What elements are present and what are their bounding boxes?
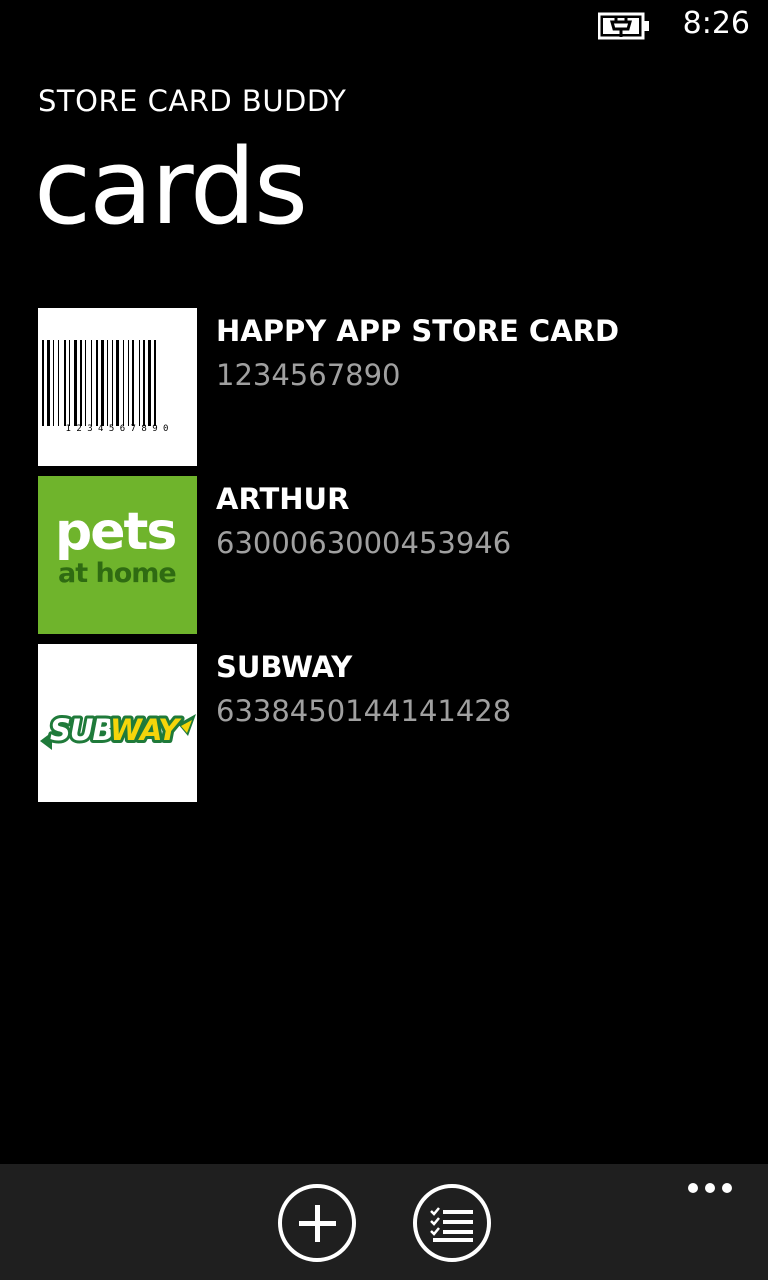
list-check-icon (430, 1207, 473, 1242)
card-list: 1 2 3 4 5 6 7 8 9 0 HAPPY APP STORE CARD… (38, 308, 738, 812)
barcode-bar (132, 340, 134, 426)
clock: 8:26 (682, 6, 750, 41)
card-name: ARTHUR (216, 482, 350, 516)
barcode-bar (80, 340, 82, 426)
barcode-bar (112, 340, 113, 426)
barcode-bar (85, 340, 86, 426)
barcode-bar (64, 340, 66, 426)
barcode-bar (69, 340, 70, 426)
card-name: SUBWAY (216, 650, 353, 684)
logo-text-way: WAY (110, 713, 182, 747)
card-name: HAPPY APP STORE CARD (216, 314, 620, 348)
card-item-arthur[interactable]: pets at home ARTHUR 6300063000453946 (38, 476, 738, 634)
logo-text: pets (55, 502, 177, 562)
app-title: STORE CARD BUDDY (38, 84, 347, 118)
select-list-button[interactable] (413, 1184, 491, 1262)
card-number: 6300063000453946 (216, 526, 512, 560)
logo-text-sub: SUB (50, 713, 114, 747)
card-item-happy-app[interactable]: 1 2 3 4 5 6 7 8 9 0 HAPPY APP STORE CARD… (38, 308, 738, 466)
logo-subtext: at home (58, 558, 177, 589)
barcode-digits: 1 2 3 4 5 6 7 8 9 0 (66, 424, 169, 434)
battery-charging-icon (597, 12, 652, 40)
barcode-bar (123, 340, 124, 426)
ellipsis-icon (688, 1183, 698, 1193)
barcode-bar (58, 340, 59, 426)
barcode-bar (148, 340, 151, 426)
more-options-button[interactable] (686, 1178, 734, 1198)
barcode-bar (107, 340, 108, 426)
barcode-bar (101, 340, 104, 426)
barcode-image: 1 2 3 4 5 6 7 8 9 0 (38, 308, 197, 466)
app-bar (0, 1164, 768, 1280)
card-number: 1234567890 (216, 358, 401, 392)
page-title: cards (34, 126, 308, 248)
barcode-bar (47, 340, 50, 426)
card-item-subway[interactable]: SUB WAY SUBWAY 6338450144141428 (38, 644, 738, 802)
barcode-bar (42, 340, 44, 426)
barcode-bar (96, 340, 98, 426)
barcode-bar (53, 340, 54, 426)
barcode-bar (116, 340, 119, 426)
add-icon (299, 1205, 336, 1242)
card-number: 6338450144141428 (216, 694, 512, 728)
status-bar: 8:26 (0, 0, 768, 50)
barcode-bar (128, 340, 129, 426)
barcode-bar (91, 340, 92, 426)
barcode-bar (154, 340, 156, 426)
barcode-bar (143, 340, 145, 426)
subway-logo: SUB WAY (38, 644, 197, 802)
barcode-bar (74, 340, 77, 426)
add-card-button[interactable] (278, 1184, 356, 1262)
pets-at-home-logo: pets at home (38, 476, 197, 634)
barcode-bar (139, 340, 140, 426)
